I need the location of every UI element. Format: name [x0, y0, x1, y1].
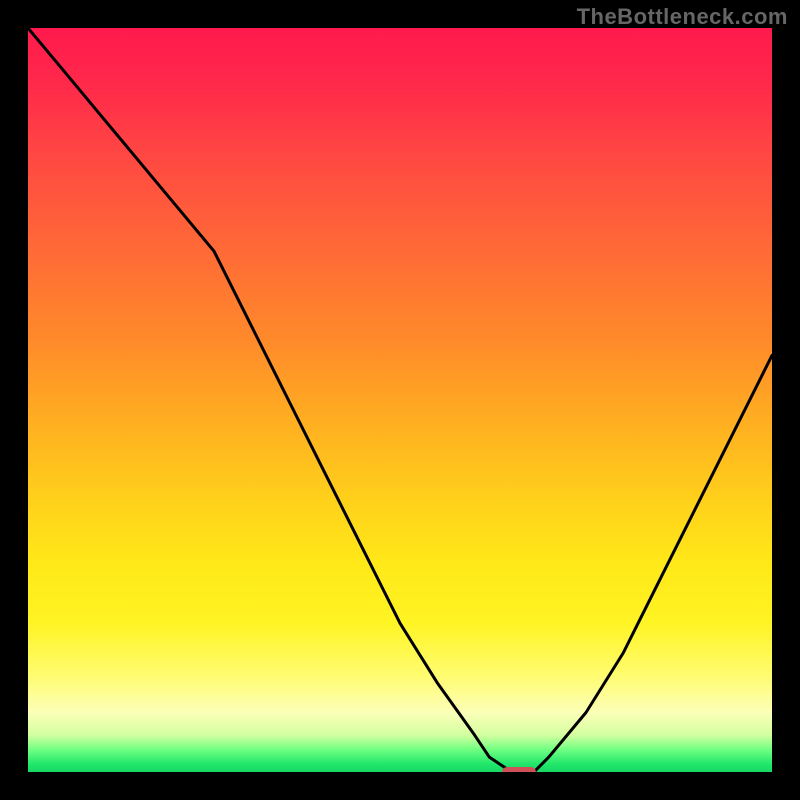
optimal-point-marker	[502, 767, 535, 772]
chart-frame: TheBottleneck.com	[0, 0, 800, 800]
bottleneck-curve	[28, 28, 772, 772]
watermark-text: TheBottleneck.com	[577, 4, 788, 30]
plot-area	[28, 28, 772, 772]
